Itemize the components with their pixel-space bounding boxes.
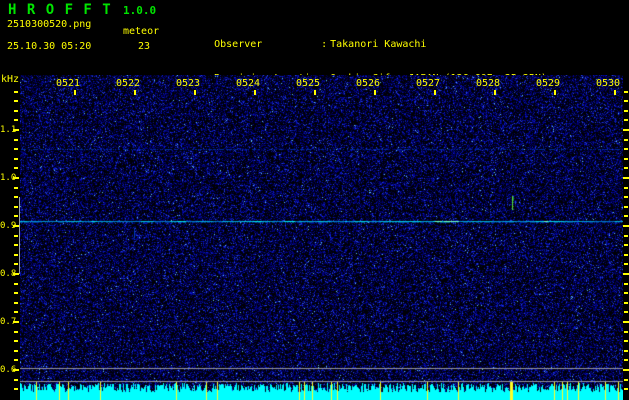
meta-row-observer: Observer: Takanori Kawachi <box>178 27 547 50</box>
freq-minor-tick-right <box>624 292 628 294</box>
freq-minor-tick-right <box>624 158 628 160</box>
freq-minor-tick-right <box>624 91 628 93</box>
freq-major-tick-left <box>13 225 19 227</box>
spectrogram-canvas <box>20 75 623 400</box>
hrofft-output-image: H R O F F T 1.0.0 2510300520.png meteor … <box>0 0 629 400</box>
freq-major-tick-right <box>623 273 629 275</box>
freq-minor-tick-right <box>624 215 628 217</box>
freq-minor-tick-left <box>14 359 18 361</box>
freq-minor-tick-right <box>624 206 628 208</box>
freq-minor-tick-right <box>624 388 628 390</box>
freq-minor-tick-right <box>624 100 628 102</box>
freq-minor-tick-left <box>14 119 18 121</box>
freq-minor-tick-left <box>14 158 18 160</box>
freq-label-1.0: 1.0 <box>0 173 17 183</box>
freq-label-0.9: 0.9 <box>0 221 17 231</box>
freq-minor-tick-right <box>624 359 628 361</box>
freq-minor-tick-right <box>624 302 628 304</box>
freq-minor-tick-left <box>14 187 18 189</box>
freq-minor-tick-left <box>14 139 18 141</box>
freq-minor-tick-left <box>14 350 18 352</box>
freq-minor-tick-left <box>14 302 18 304</box>
freq-minor-tick-left <box>14 91 18 93</box>
freq-label-0.7: 0.7 <box>0 317 17 327</box>
freq-minor-tick-right <box>624 187 628 189</box>
freq-major-tick-left <box>13 369 19 371</box>
freq-minor-tick-right <box>624 244 628 246</box>
freq-label-0.8: 0.8 <box>0 269 17 279</box>
freq-label-1.1: 1.1 <box>0 125 17 135</box>
frequency-unit-label: kHz <box>1 74 20 85</box>
freq-minor-tick-right <box>624 331 628 333</box>
freq-minor-tick-right <box>624 148 628 150</box>
freq-major-tick-right <box>623 369 629 371</box>
freq-minor-tick-left <box>14 215 18 217</box>
freq-minor-tick-right <box>624 340 628 342</box>
app-title: H R O F F T <box>8 2 112 18</box>
freq-minor-tick-right <box>624 283 628 285</box>
freq-minor-tick-right <box>624 379 628 381</box>
freq-minor-tick-right <box>624 235 628 237</box>
freq-minor-tick-left <box>14 206 18 208</box>
freq-minor-tick-right <box>624 350 628 352</box>
freq-minor-tick-left <box>14 379 18 381</box>
freq-major-tick-right <box>623 225 629 227</box>
freq-minor-tick-left <box>14 110 18 112</box>
freq-major-tick-left <box>13 177 19 179</box>
observation-datetime: 25.10.30 05:20 <box>7 41 92 52</box>
freq-minor-tick-left <box>14 196 18 198</box>
freq-minor-tick-left <box>14 331 18 333</box>
freq-minor-tick-left <box>14 235 18 237</box>
output-filename: 2510300520.png <box>7 19 92 30</box>
freq-minor-tick-left <box>14 388 18 390</box>
freq-minor-tick-left <box>14 254 18 256</box>
freq-major-tick-left <box>13 273 19 275</box>
freq-label-0.6: 0.6 <box>0 365 17 375</box>
freq-major-tick-right <box>623 177 629 179</box>
freq-minor-tick-right <box>624 254 628 256</box>
freq-minor-tick-left <box>14 167 18 169</box>
freq-minor-tick-left <box>14 311 18 313</box>
freq-minor-tick-left <box>14 148 18 150</box>
observer-value: Takanori Kawachi <box>330 38 427 50</box>
freq-major-tick-right <box>623 321 629 323</box>
freq-major-tick-left <box>13 321 19 323</box>
freq-minor-tick-left <box>14 292 18 294</box>
freq-minor-tick-left <box>14 263 18 265</box>
meta-row-location: Receiving Location:Ogaki, Gifu, JAPAN (1… <box>178 61 547 84</box>
separator: : <box>321 38 328 50</box>
freq-minor-tick-right <box>624 263 628 265</box>
observer-label: Observer <box>214 38 263 50</box>
freq-minor-tick-right <box>624 119 628 121</box>
echo-count: 23 <box>138 41 151 52</box>
freq-minor-tick-left <box>14 100 18 102</box>
freq-minor-tick-left <box>14 340 18 342</box>
freq-major-tick-right <box>623 129 629 131</box>
freq-minor-tick-right <box>624 167 628 169</box>
freq-minor-tick-left <box>14 283 18 285</box>
mode-label: meteor <box>123 26 160 37</box>
freq-minor-tick-right <box>624 110 628 112</box>
freq-minor-tick-right <box>624 139 628 141</box>
freq-minor-tick-right <box>624 196 628 198</box>
app-version: 1.0.0 <box>123 4 157 17</box>
freq-minor-tick-left <box>14 244 18 246</box>
freq-minor-tick-right <box>624 311 628 313</box>
freq-major-tick-left <box>13 129 19 131</box>
